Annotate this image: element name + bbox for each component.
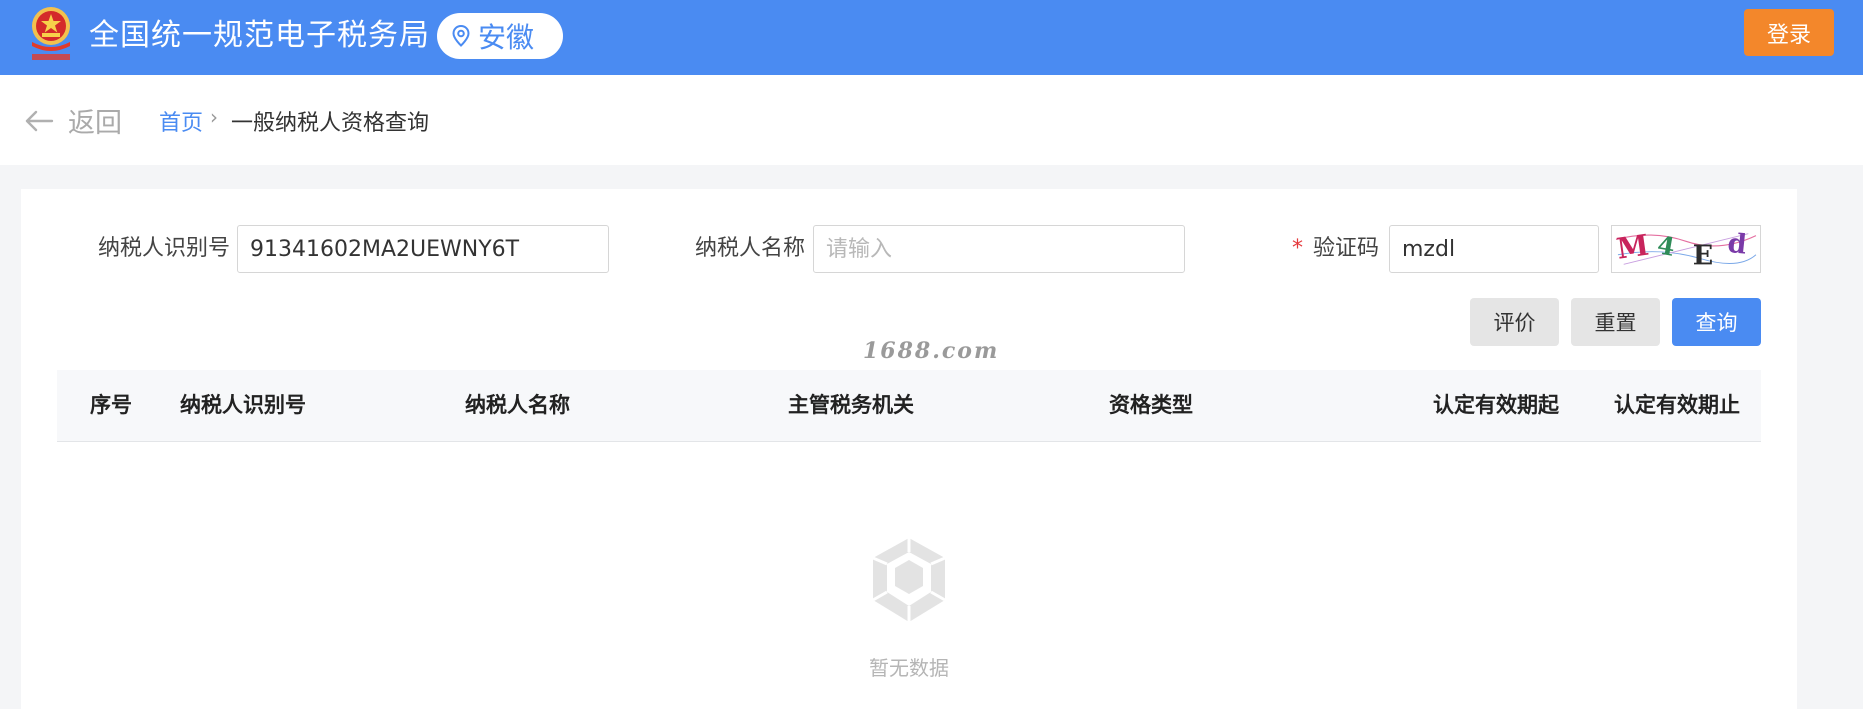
breadcrumb-home-link[interactable]: 首页: [159, 105, 203, 137]
captcha-char: d: [1726, 228, 1748, 261]
column-header: 主管税务机关: [788, 393, 914, 417]
column-header: 认定有效期起: [1433, 393, 1559, 417]
captcha-char: E: [1693, 240, 1713, 271]
query-button[interactable]: 查询: [1672, 298, 1761, 346]
region-label: 安徽: [478, 21, 535, 54]
back-button[interactable]: 返回: [24, 101, 122, 140]
reset-button[interactable]: 重置: [1571, 298, 1660, 346]
captcha-label: * 验证码: [1292, 234, 1379, 264]
site-title: 全国统一规范电子税务局: [89, 18, 430, 53]
breadcrumb: 返回 首页 › 一般纳税人资格查询: [0, 75, 1863, 165]
region-selector[interactable]: 安徽: [437, 13, 563, 59]
taxpayer-name-input[interactable]: [813, 225, 1185, 273]
column-header: 序号: [90, 393, 132, 417]
required-mark: *: [1292, 236, 1303, 261]
captcha-label-text: 验证码: [1313, 236, 1380, 261]
captcha-char: M: [1615, 228, 1651, 266]
column-header: 资格类型: [1109, 393, 1193, 417]
location-pin-icon: [452, 25, 470, 47]
captcha-image[interactable]: M 4 E d: [1611, 225, 1761, 273]
column-header: 认定有效期止: [1614, 393, 1740, 417]
breadcrumb-current: 一般纳税人资格查询: [231, 111, 430, 136]
taxpayer-name-label: 纳税人名称: [695, 236, 806, 261]
empty-state: 暂无数据: [21, 534, 1797, 681]
column-header: 纳税人识别号: [180, 393, 306, 417]
national-emblem-icon: [32, 7, 70, 60]
taxpayer-id-label: 纳税人识别号: [98, 236, 231, 261]
back-label: 返回: [68, 108, 122, 139]
evaluate-button[interactable]: 评价: [1470, 298, 1559, 346]
login-button[interactable]: 登录: [1744, 9, 1834, 56]
top-header: 全国统一规范电子税务局 安徽 登录: [0, 0, 1863, 75]
column-header: 纳税人名称: [465, 393, 570, 417]
watermark: 1688.com: [863, 338, 1000, 364]
breadcrumb-separator: ›: [210, 105, 218, 129]
arrow-left-icon: [25, 110, 54, 131]
taxpayer-id-input[interactable]: [237, 225, 609, 273]
results-table-header: 序号 纳税人识别号 纳税人名称 主管税务机关 资格类型 认定有效期起 认定有效期…: [57, 370, 1761, 442]
query-panel: 纳税人识别号 纳税人名称 * 验证码 M 4 E d 评价 重置 查询 1688.…: [21, 189, 1797, 709]
empty-box-icon: [872, 538, 946, 622]
captcha-input[interactable]: [1389, 225, 1599, 273]
empty-text: 暂无数据: [869, 656, 949, 680]
